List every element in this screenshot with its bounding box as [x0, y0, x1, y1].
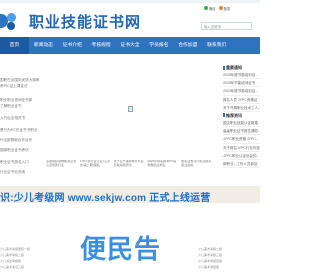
thumbnail-caption[interactable]: JYPC在行业认证 [江苏省(第二期)报名 — [80, 160, 111, 180]
right-sidebar: 重要通知 2025年度节能培训证... 2025年节能培训证书 2024年度节能… — [223, 64, 260, 186]
user-icon — [218, 6, 223, 10]
user-links: 微信 登录 — [204, 6, 230, 11]
recommended-item[interactable]: 新职业 | 工作人员参加 — [223, 160, 260, 169]
site-title[interactable]: 职业技能证书网 — [29, 11, 141, 32]
notice-item[interactable]: 2025年度节能培训证... — [223, 71, 260, 80]
notice-item[interactable]: 关于开展职业技术工人... — [223, 104, 260, 112]
notice-item[interactable]: 2024年度节能培训证... — [223, 87, 260, 96]
nav-item-signup[interactable]: 学员报名 — [144, 37, 173, 54]
list-item[interactable]: 国家职业证书考试 — [0, 148, 44, 154]
notice-item[interactable]: 2025年节能培训证书 — [223, 79, 260, 88]
recommended-item[interactable]: JYPC职业资格 JYPC... — [223, 135, 260, 144]
list-item[interactable]: 考PIC证上课证试 — [0, 84, 44, 90]
thumbnail-caption[interactable]: 关于召开事务教育专业阶段指导研讨 — [114, 160, 145, 180]
site-header: 职业技能证书网 微信 登录 输入关键词 — [0, 3, 260, 37]
watermark: 便民告 — [80, 234, 162, 264]
login-link[interactable]: 登录 — [218, 6, 230, 11]
section-header: 推荐资讯 — [223, 112, 260, 119]
wechat-icon — [204, 6, 208, 10]
list-item[interactable]: 职业证书报名入口 — [0, 160, 44, 166]
thumbnail-caption[interactable]: 新职业教育行职业联系职业资格 — [181, 160, 212, 180]
bottom-right-list: 少儿美术考级二级 少儿美术考级三级 少儿美术考级四级 少儿美术考级级 — [198, 246, 258, 270]
recommended-item[interactable]: 关于报名JYPC行业标准 — [223, 144, 260, 152]
nav-item-contact[interactable]: 联系我们 — [202, 37, 231, 54]
section-header: 重要通知 — [223, 64, 260, 71]
section-bar-icon — [223, 113, 225, 118]
featured-slideshow[interactable] — [46, 64, 212, 156]
list-item[interactable]: 少儿美术考级级 — [198, 264, 258, 270]
list-item[interactable]: 是行为PC在证书书职业 — [0, 128, 44, 134]
notice-item[interactable]: 报名人员 JYPC资格证 — [223, 96, 260, 104]
list-item[interactable]: 行业证书业查询 — [0, 170, 44, 176]
promo-banner[interactable]: 识:少儿考级网 www.sekjw.com 正式上线运营 — [0, 186, 260, 204]
list-item[interactable]: 入行后业相关书 — [0, 116, 44, 122]
section-bar-icon — [223, 65, 225, 70]
list-item[interactable]: PI出部基础合作合作 — [0, 138, 44, 144]
thumbnail-caption[interactable]: 点我组织动物能源证书认定优势行业 — [46, 160, 77, 180]
site-logo-icon[interactable] — [0, 12, 24, 32]
recommended-item[interactable]: JYPC职业认证协会的... — [223, 152, 260, 160]
nav-item-partner[interactable]: 合作加盟 — [173, 37, 202, 54]
news-thumbnails: 点我组织动物能源证书认定优势行业 JYPC在行业认证 [江苏省(第二期)报名 关… — [46, 160, 212, 180]
bottom-left-list: 少儿美术考级国际一级 少儿美术考级二级 少儿书法考级级 少儿美术考证三级 — [0, 246, 60, 270]
nav-item-home[interactable]: 首页 — [0, 37, 29, 54]
recommended-item[interactable]: 高级职业证书报名通知... — [223, 127, 260, 136]
thumbnail-caption[interactable]: 2025年级名报考PC指导教职业学生 — [147, 160, 178, 180]
nav-item-news[interactable]: 新闻动态 — [29, 37, 58, 54]
nav-item-exam-rules[interactable]: 考核规程 — [87, 37, 116, 54]
list-item[interactable]: 少儿美术考证三级 — [0, 264, 60, 270]
banner-text: 识:少儿考级网 www.sekjw.com 正式上线运营 — [0, 193, 211, 204]
wechat-link[interactable]: 微信 — [204, 6, 216, 11]
left-news-list: 国职在京国际优质大赛审 考PIC证上课证试 职业职业咨询在书新 了解职业证书 入… — [0, 68, 44, 178]
nav-item-cert-intro[interactable]: 证书介绍 — [58, 37, 87, 54]
recommended-item[interactable]: 国企职业技能认证新建... — [223, 119, 260, 128]
list-item[interactable]: 了解职业证书 — [0, 104, 44, 110]
main-nav: 首页 新闻动态 证书介绍 考核规程 证书大全 学员报名 合作加盟 联系我们 — [0, 37, 260, 54]
search-input[interactable]: 输入关键词 — [201, 22, 252, 30]
broken-image-icon — [128, 106, 133, 112]
nav-item-cert-list[interactable]: 证书大全 — [116, 37, 145, 54]
